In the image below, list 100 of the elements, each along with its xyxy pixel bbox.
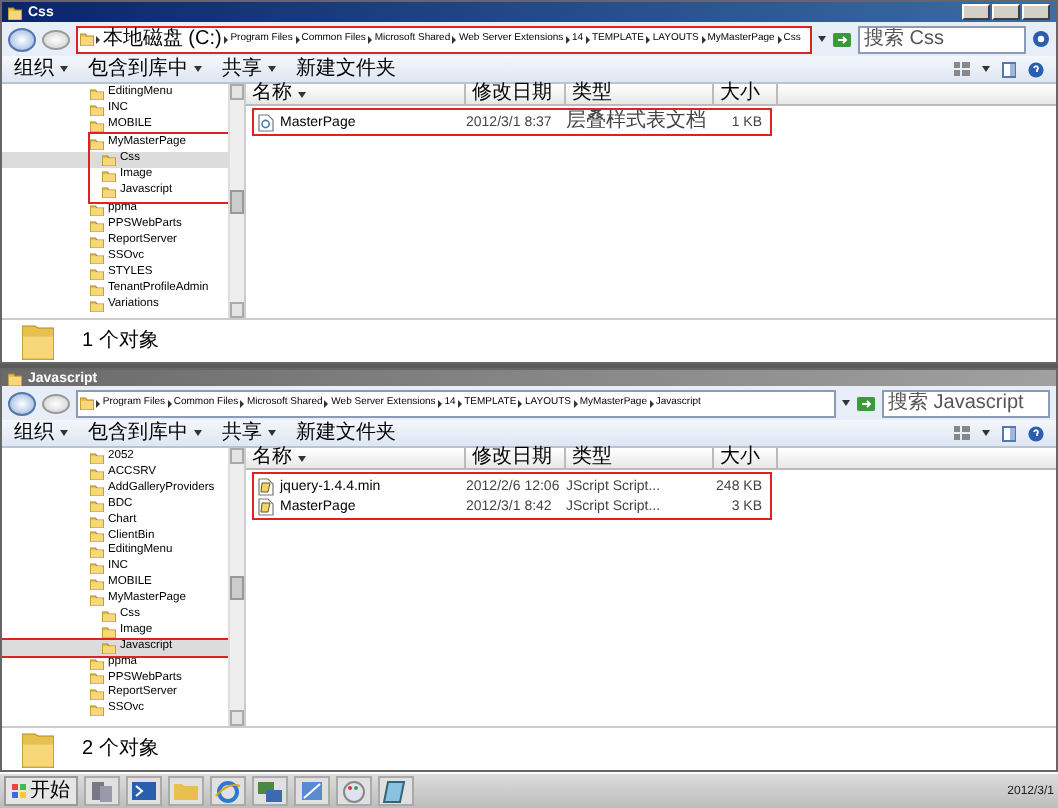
scrollbar[interactable] xyxy=(228,84,244,318)
folder-icon xyxy=(90,704,104,717)
scroll-thumb[interactable] xyxy=(230,189,244,213)
folder-icon xyxy=(80,32,94,46)
forward-button[interactable] xyxy=(42,393,70,413)
folder-icon xyxy=(172,778,200,804)
scrollbar[interactable] xyxy=(228,448,244,726)
folder-icon xyxy=(90,204,104,217)
folder-icon xyxy=(90,530,104,543)
breadcrumb-arrow-icon xyxy=(457,399,462,407)
folder-icon xyxy=(80,396,94,410)
caret-icon[interactable] xyxy=(982,66,990,72)
folder-icon xyxy=(90,688,104,701)
caret-icon xyxy=(194,66,202,72)
scroll-down-button[interactable] xyxy=(230,302,244,318)
preview-pane-icon[interactable] xyxy=(1002,425,1016,441)
breadcrumb-arrow-icon xyxy=(438,399,442,407)
search-field[interactable]: 搜索 Javascript xyxy=(882,389,1050,417)
sort-caret-icon xyxy=(298,91,306,97)
back-button[interactable] xyxy=(8,27,36,51)
sort-caret-icon xyxy=(298,455,306,461)
breadcrumb-arrow-icon xyxy=(573,399,578,407)
search-icon[interactable] xyxy=(1032,30,1050,48)
tools-icon xyxy=(298,778,326,804)
folder-icon xyxy=(90,299,104,312)
network-icon xyxy=(256,778,284,804)
close-button[interactable] xyxy=(1022,4,1050,20)
breadcrumb-arrow-icon xyxy=(96,35,101,43)
notepad-icon xyxy=(382,778,410,804)
view-icon[interactable] xyxy=(954,426,970,440)
folder-icon xyxy=(90,267,104,280)
column-header[interactable]: 修改日期 xyxy=(466,84,566,104)
toolbar-button[interactable]: 共享 xyxy=(222,59,276,79)
forward-button[interactable] xyxy=(42,29,70,49)
toolbar-button[interactable]: 新建文件夹 xyxy=(296,59,396,79)
column-header[interactable]: 大小 xyxy=(714,84,778,104)
folder-icon xyxy=(90,87,104,100)
folder-icon xyxy=(8,371,22,385)
taskbar-app-button[interactable] xyxy=(336,776,372,806)
breadcrumb-arrow-icon xyxy=(96,399,101,407)
minimize-button[interactable] xyxy=(962,4,990,20)
scroll-up-button[interactable] xyxy=(230,84,244,100)
toolbar-button[interactable]: 新建文件夹 xyxy=(296,423,396,443)
caret-icon xyxy=(60,430,68,436)
folder-icon xyxy=(90,119,104,132)
back-button[interactable] xyxy=(8,391,36,415)
folder-icon xyxy=(90,562,104,575)
folder-icon xyxy=(102,169,116,182)
column-header[interactable]: 类型 xyxy=(566,84,714,104)
scroll-thumb[interactable] xyxy=(230,575,244,599)
toolbar-button[interactable]: 共享 xyxy=(222,423,276,443)
folder-icon xyxy=(90,546,104,559)
column-header[interactable]: 修改日期 xyxy=(466,448,566,468)
breadcrumb-arrow-icon xyxy=(777,35,782,43)
breadcrumb-arrow-icon xyxy=(324,399,329,407)
help-icon[interactable] xyxy=(1028,425,1044,441)
preview-pane-icon[interactable] xyxy=(1002,61,1016,77)
dropdown-icon[interactable] xyxy=(842,400,850,406)
taskbar-app-button[interactable] xyxy=(84,776,120,806)
folder-icon xyxy=(90,515,104,527)
caret-icon[interactable] xyxy=(982,430,990,436)
scroll-up-button[interactable] xyxy=(230,448,244,464)
toolbar-button[interactable]: 组织 xyxy=(14,59,68,79)
toolbar-button[interactable]: 包含到库中 xyxy=(88,59,202,79)
maximize-button[interactable] xyxy=(992,4,1020,20)
start-button[interactable]: 开始 xyxy=(4,776,78,806)
breadcrumb-arrow-icon xyxy=(565,35,570,43)
column-header[interactable]: 大小 xyxy=(714,448,778,468)
breadcrumb[interactable]: 本地磁盘 (C:) xyxy=(102,29,222,49)
folder-icon xyxy=(102,185,116,198)
toolbar-button[interactable]: 组织 xyxy=(14,423,68,443)
taskbar-app-button[interactable] xyxy=(378,776,414,806)
table-cell-text: 层叠样式表文档 xyxy=(566,112,708,132)
folder-icon xyxy=(90,138,104,151)
view-icon[interactable] xyxy=(954,62,970,76)
taskbar-app-button[interactable] xyxy=(294,776,330,806)
caret-icon xyxy=(268,430,276,436)
breadcrumb-arrow-icon xyxy=(701,35,706,43)
dropdown-icon[interactable] xyxy=(818,36,826,42)
server-icon xyxy=(88,778,116,804)
refresh-icon[interactable] xyxy=(832,31,852,47)
folder-icon xyxy=(102,154,116,166)
column-header[interactable]: 类型 xyxy=(566,448,714,468)
browser-icon xyxy=(214,778,242,804)
toolbar-button[interactable]: 包含到库中 xyxy=(88,423,202,443)
windows-logo-icon xyxy=(12,784,26,798)
taskbar-app-button[interactable] xyxy=(126,776,162,806)
caret-icon xyxy=(268,66,276,72)
breadcrumb-arrow-icon xyxy=(646,35,651,43)
folder-icon xyxy=(90,103,104,116)
folder-icon xyxy=(22,323,54,359)
search-field[interactable]: 搜索 Css xyxy=(858,25,1026,53)
folder-icon xyxy=(102,609,116,622)
help-icon[interactable] xyxy=(1028,61,1044,77)
taskbar-app-button[interactable] xyxy=(210,776,246,806)
caret-icon xyxy=(194,430,202,436)
taskbar-app-button[interactable] xyxy=(252,776,288,806)
refresh-icon[interactable] xyxy=(856,395,876,411)
breadcrumb-arrow-icon xyxy=(240,399,245,407)
scroll-down-button[interactable] xyxy=(230,710,244,726)
